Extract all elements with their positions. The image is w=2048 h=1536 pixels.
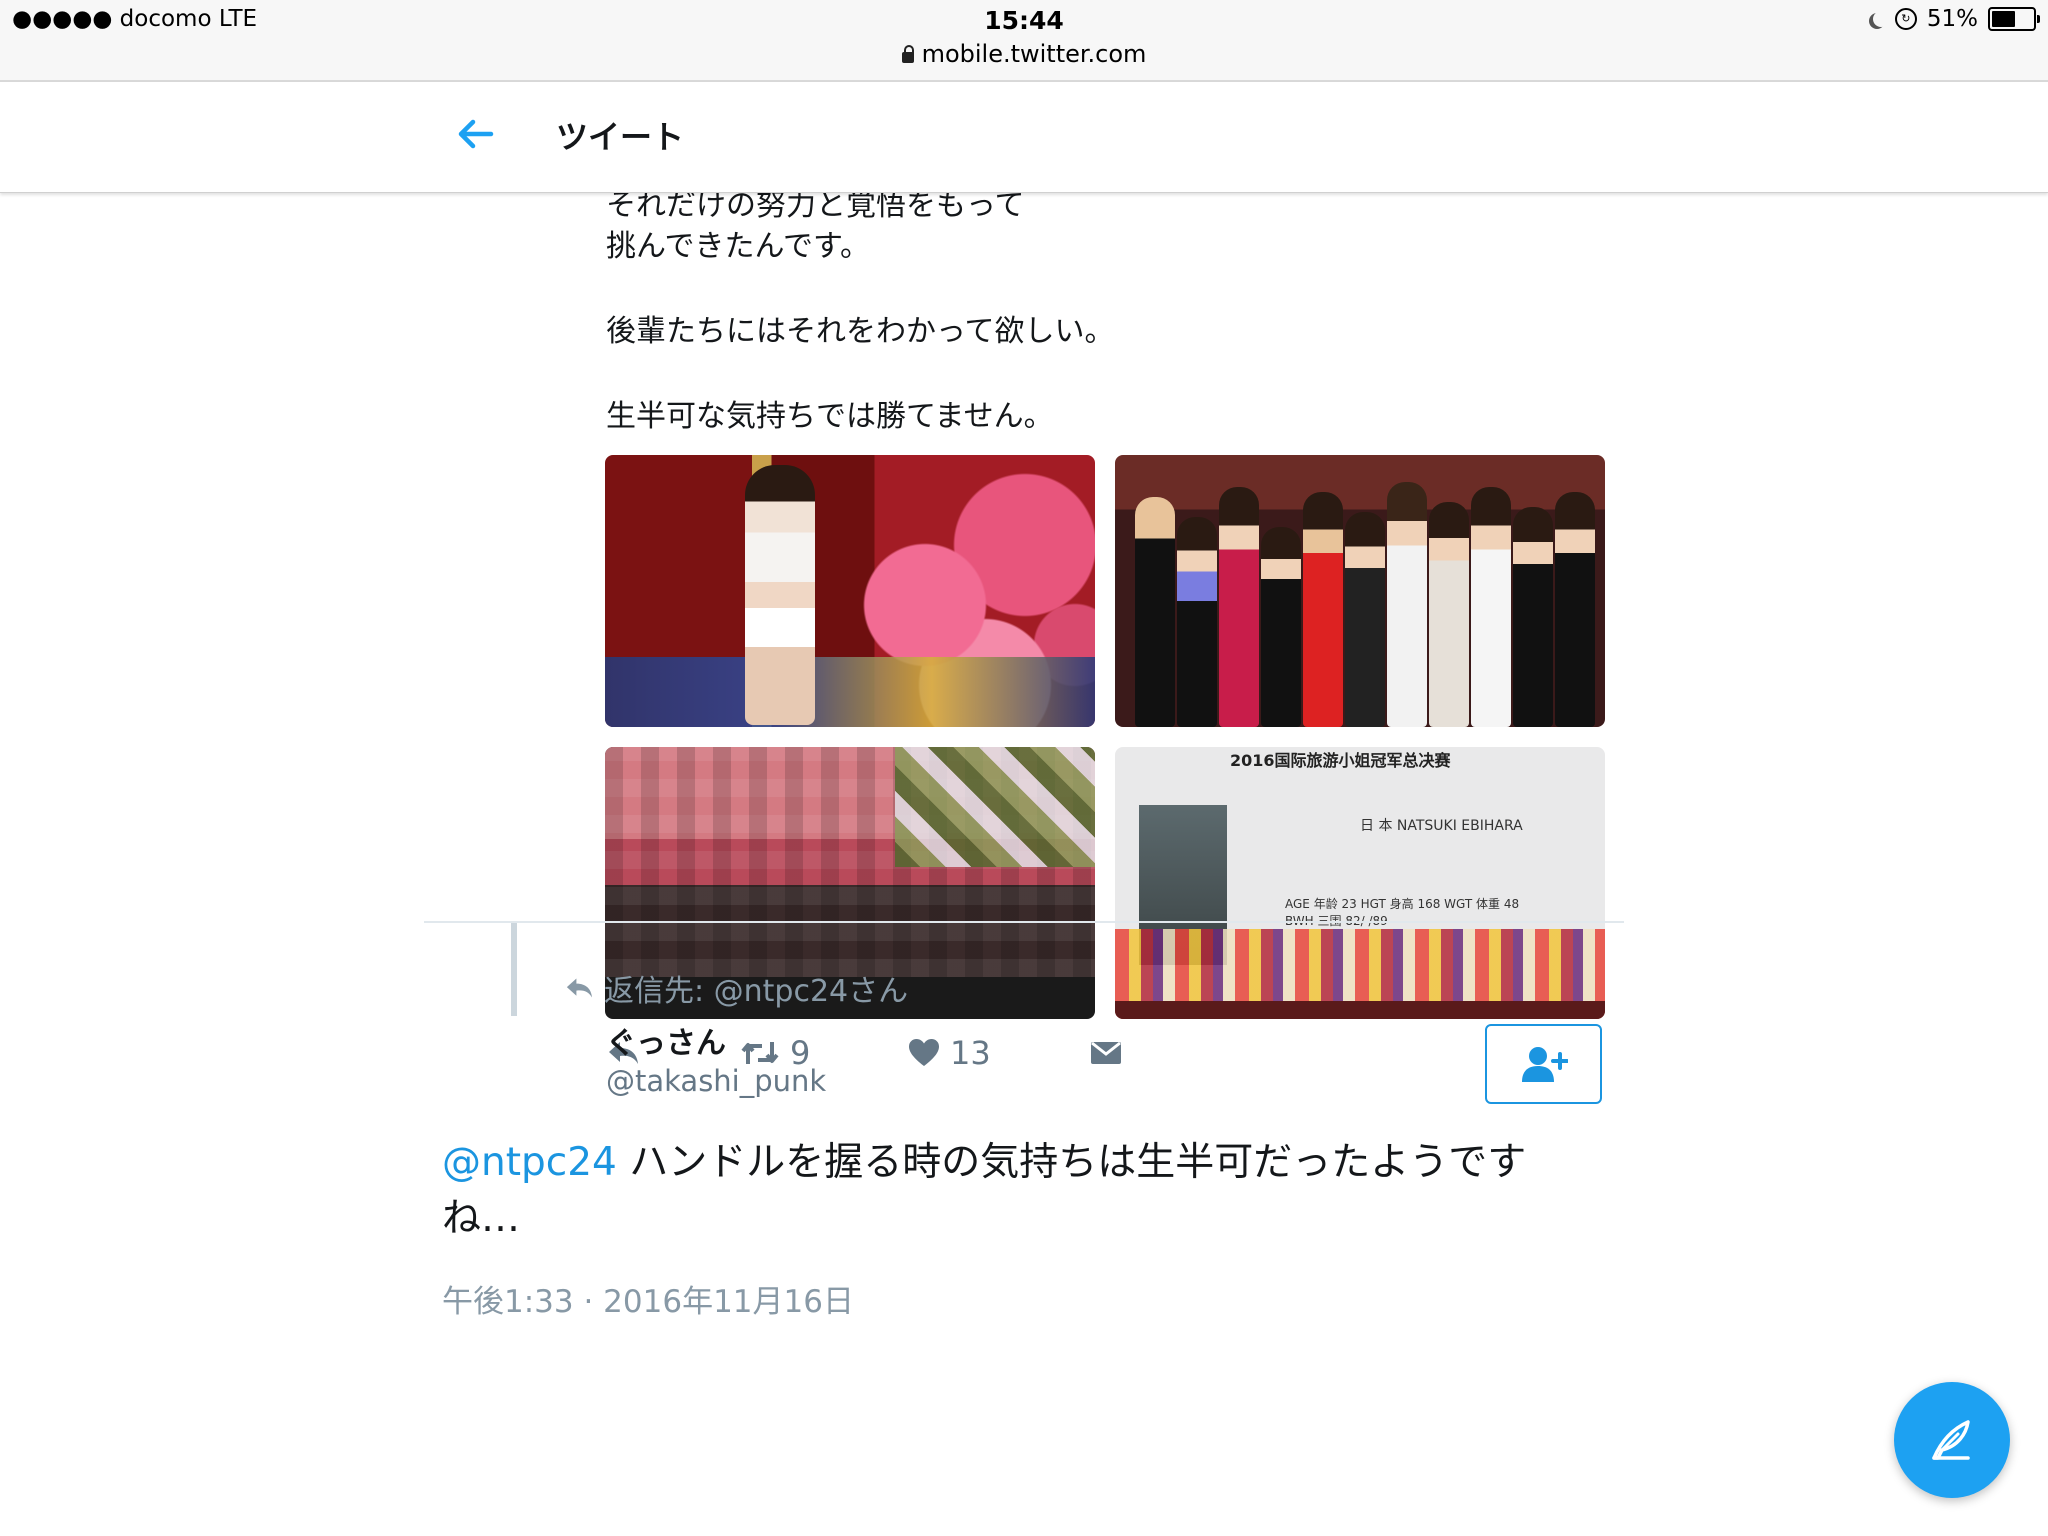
photo-figure [1513, 507, 1553, 727]
heart-icon [909, 1039, 939, 1066]
mention-link[interactable]: @ntpc24 [442, 1140, 617, 1185]
author-display-name[interactable]: ぐっさん [606, 1018, 726, 1062]
tweet-divider [424, 921, 1624, 923]
like-count: 13 [950, 1034, 991, 1072]
reply-icon [566, 978, 592, 998]
battery-icon [1988, 7, 2040, 31]
photo-figure [1261, 527, 1301, 727]
tweet-detail: それだけの努力と覚悟をもって 挑んできたんです。 後輩たちにはそれをわかって欲し… [0, 193, 2048, 1536]
app-header: ツイート [0, 82, 2048, 193]
direct-message-button[interactable] [1090, 1033, 1122, 1073]
tweet-photo-4[interactable]: 2016国际旅游小姐冠军总决赛 日 本 NATSUKI EBIHARA AGE … [1115, 747, 1605, 1019]
url-text: mobile.twitter.com [921, 40, 1147, 68]
back-button[interactable] [455, 114, 495, 154]
add-user-icon [1521, 1047, 1568, 1082]
photo-trees [895, 747, 1095, 867]
photo-stage-floor [1115, 1001, 1605, 1019]
tweet-photo-2[interactable] [1115, 455, 1605, 727]
tweet-text-line: 生半可な気持ちでは勝てません。 [606, 399, 1054, 434]
status-indicators: ↻ 51% [1869, 6, 2040, 32]
tweet-text-line: 挑んできたんです。 [606, 229, 870, 264]
address-bar[interactable]: mobile.twitter.com [0, 40, 2048, 68]
compose-tweet-button[interactable] [1894, 1382, 2010, 1498]
envelope-icon [1091, 1041, 1121, 1064]
photo-figure [1135, 497, 1175, 727]
lock-icon [901, 45, 914, 63]
page-title: ツイート [556, 118, 685, 156]
author-handle[interactable]: @takashi_punk [606, 1064, 826, 1098]
tweet-timestamp[interactable]: 午後1:33 · 2016年11月16日 [442, 1276, 854, 1321]
stage-screen-name: 日 本 NATSUKI EBIHARA [1360, 818, 1523, 834]
conversation-thread-line [511, 923, 517, 1016]
rotation-lock-icon: ↻ [1894, 8, 1917, 30]
tweet-photo-1[interactable] [605, 455, 1095, 727]
reply-context-text: 返信先: @ntpc24さん [604, 974, 909, 1009]
photo-person [745, 465, 815, 725]
photo-figure [1387, 482, 1427, 727]
photo-figure [1429, 502, 1469, 727]
compose-feather-icon [1932, 1420, 1970, 1460]
photo-figure [1471, 487, 1511, 727]
arrow-left-icon [458, 119, 494, 149]
reply-tweet-text-continued: ね… [442, 1196, 521, 1241]
reply-context[interactable]: 返信先: @ntpc24さん [564, 966, 908, 1010]
photo-figure [1555, 492, 1595, 727]
browser-status-bar: ●●●●● docomo LTE 15:44 mobile.twitter.co… [0, 0, 2048, 82]
clock: 15:44 [984, 6, 1064, 35]
follow-button[interactable] [1485, 1024, 1602, 1104]
photo-figure [1219, 487, 1259, 727]
photo-figure [1345, 512, 1385, 727]
stage-screen-title: 2016国际旅游小姐冠军总决赛 [1230, 751, 1451, 770]
tweet-text-line: 後輩たちにはそれをわかって欲しい。 [606, 314, 1115, 349]
photo-figure [1177, 517, 1217, 727]
battery-percent: 51% [1926, 6, 1978, 32]
photo-figure [1303, 492, 1343, 727]
stage-screen-stats: AGE 年龄 23 HGT 身高 168 WGT 体重 48 [1285, 897, 1520, 911]
reply-tweet-text: @ntpc24 ハンドルを握る時の気持ちは生半可だったようです [442, 1131, 1526, 1187]
reply-text-body: ハンドルを握る時の気持ちは生半可だったようです [616, 1140, 1527, 1185]
like-button[interactable]: 13 [908, 1033, 991, 1073]
do-not-disturb-icon [1873, 11, 1889, 27]
tweet-text-line: それだけの努力と覚悟をもって [606, 193, 1025, 223]
photo-floor [605, 657, 1095, 727]
